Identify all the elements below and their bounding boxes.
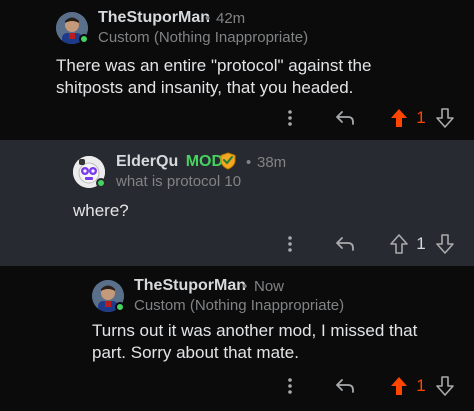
- separator-dot: •: [246, 154, 252, 171]
- user-flair: Custom (Nothing Inappropriate): [98, 29, 309, 46]
- comment-1: TheStuporMan • 42m Custom (Nothing Inapp…: [0, 0, 474, 140]
- upvote-button[interactable]: [388, 374, 410, 398]
- more-options-icon: [288, 110, 292, 126]
- online-status-icon: [96, 178, 106, 188]
- comment-time: Now: [254, 278, 285, 295]
- comment-body: There was an entire "protocol" against t…: [56, 56, 372, 97]
- comment-3: TheStuporMan • Now Custom (Nothing Inapp…: [0, 266, 474, 411]
- comment-actions: 1: [0, 374, 474, 398]
- downvote-button[interactable]: [434, 232, 456, 256]
- downvote-button[interactable]: [434, 374, 456, 398]
- mod-badge: MOD: [185, 153, 224, 170]
- author-name[interactable]: ElderQu: [116, 153, 178, 170]
- more-options-icon: [288, 378, 292, 394]
- comment-time: 38m: [257, 154, 287, 171]
- comment-2: ElderQu MOD • 38m what is protocol 10 wh…: [0, 140, 474, 266]
- separator-dot: •: [205, 10, 211, 27]
- comment-author[interactable]: TheStuporMan: [98, 9, 210, 27]
- reply-icon: [336, 237, 354, 251]
- vote-count: 1: [416, 376, 426, 395]
- more-options-button[interactable]: [280, 232, 300, 256]
- more-options-button[interactable]: [280, 374, 300, 398]
- vote-count: 1: [416, 108, 426, 127]
- reply-button[interactable]: [332, 374, 358, 398]
- separator-dot: •: [242, 278, 248, 295]
- reply-icon: [336, 379, 354, 393]
- downvote-icon: [436, 234, 454, 254]
- reply-button[interactable]: [332, 232, 358, 256]
- online-status-icon: [79, 34, 89, 44]
- upvote-button[interactable]: [388, 106, 410, 130]
- comment-actions: 1: [0, 106, 474, 130]
- reply-button[interactable]: [332, 106, 358, 130]
- vote-count: 1: [416, 234, 426, 253]
- upvote-icon: [391, 377, 407, 395]
- shield-icon: [220, 152, 236, 170]
- downvote-button[interactable]: [434, 106, 456, 130]
- upvote-button[interactable]: [388, 232, 410, 256]
- online-status-icon: [115, 302, 125, 312]
- more-options-icon: [288, 236, 292, 252]
- comment-author: ElderQu MOD: [116, 153, 223, 171]
- upvote-icon: [390, 234, 408, 254]
- comment-author[interactable]: TheStuporMan: [134, 277, 246, 295]
- comment-body: Turns out it was another mod, I missed t…: [92, 321, 418, 362]
- comment-time: 42m: [216, 10, 246, 27]
- comment-actions: 1: [0, 232, 474, 256]
- user-flair: Custom (Nothing Inappropriate): [134, 297, 345, 314]
- downvote-icon: [436, 376, 454, 396]
- comment-body: where?: [73, 201, 129, 220]
- upvote-icon: [391, 109, 407, 127]
- user-flair: what is protocol 10: [116, 173, 242, 190]
- downvote-icon: [436, 108, 454, 128]
- reply-icon: [336, 111, 354, 125]
- more-options-button[interactable]: [280, 106, 300, 130]
